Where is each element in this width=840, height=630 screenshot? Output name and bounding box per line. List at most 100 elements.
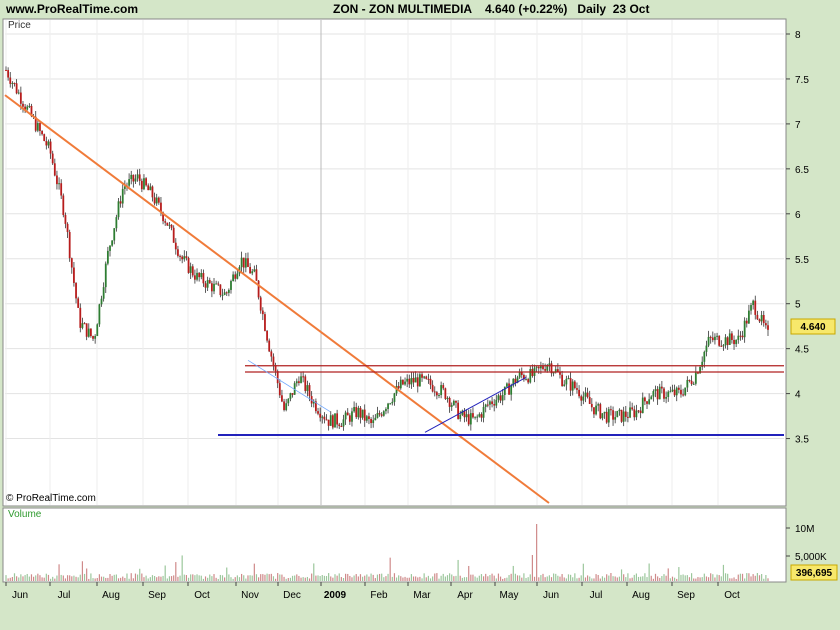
- candle-body: [391, 401, 394, 404]
- candle-body: [66, 223, 69, 233]
- candle-body: [427, 378, 430, 380]
- candle-body: [357, 407, 360, 418]
- candle-body: [225, 292, 228, 294]
- candle-body: [329, 415, 332, 426]
- candle-body: [709, 336, 712, 338]
- candle-body: [102, 287, 105, 299]
- candle-body: [138, 174, 141, 181]
- candle-body: [563, 384, 566, 387]
- candle-body: [646, 401, 648, 404]
- candle-body: [140, 180, 143, 190]
- candle-body: [724, 337, 727, 346]
- candle-body: [692, 383, 695, 385]
- candle-body: [491, 401, 493, 405]
- candle-body: [151, 186, 154, 198]
- candle-body: [731, 333, 733, 340]
- candle-body: [539, 366, 542, 369]
- candle-body: [624, 411, 627, 417]
- candle-body: [353, 407, 356, 412]
- y-tick-label: 6: [795, 210, 801, 221]
- candle-body: [452, 400, 455, 406]
- candle-body: [495, 399, 498, 406]
- candle-body: [414, 377, 417, 383]
- x-tick-label: May: [500, 590, 519, 601]
- candle-body: [9, 77, 12, 84]
- candle-body: [469, 413, 472, 425]
- candle-body: [13, 82, 16, 84]
- candle-body: [503, 386, 506, 395]
- candle-body: [480, 414, 483, 418]
- candle-body: [601, 413, 604, 419]
- candle-body: [206, 280, 209, 288]
- candle-body: [722, 345, 725, 347]
- candle-body: [221, 294, 224, 296]
- candle-body: [342, 419, 345, 427]
- candle-body: [187, 257, 190, 273]
- candle-body: [416, 377, 419, 387]
- candle-body: [578, 389, 580, 397]
- candle-body: [595, 405, 597, 415]
- candle-body: [5, 69, 7, 71]
- candle-body: [525, 379, 527, 381]
- candle-body: [382, 411, 385, 416]
- candle-body: [576, 388, 578, 390]
- candle-body: [281, 395, 283, 402]
- x-tick-label: Jun: [12, 590, 28, 601]
- candle-body: [501, 394, 504, 401]
- candle-body: [58, 183, 60, 185]
- candle-body: [106, 250, 109, 264]
- candle-body: [302, 376, 305, 378]
- candle-body: [174, 242, 177, 250]
- candle-body: [7, 70, 10, 78]
- candle-body: [635, 410, 638, 418]
- candle-body: [465, 414, 468, 418]
- candle-body: [387, 403, 389, 410]
- candle-body: [433, 391, 436, 393]
- candle-body: [448, 397, 451, 407]
- candle-body: [444, 388, 447, 399]
- candle-body: [359, 407, 362, 418]
- candle-body: [298, 381, 300, 383]
- candle-body: [117, 201, 120, 218]
- candle-body: [497, 395, 500, 400]
- candle-body: [544, 369, 547, 371]
- candle-body: [599, 404, 602, 419]
- candle-body: [227, 289, 230, 293]
- candle-body: [584, 392, 587, 397]
- candle-body: [756, 314, 759, 320]
- candle-body: [334, 413, 336, 428]
- candle-body: [317, 411, 319, 414]
- candle-body: [711, 337, 714, 341]
- candle-body: [610, 409, 612, 411]
- candle-body: [378, 413, 381, 415]
- candle-body: [593, 407, 595, 415]
- candle-body: [244, 258, 247, 268]
- candle-body: [697, 372, 699, 374]
- candle-body: [459, 414, 462, 419]
- candle-body: [75, 282, 77, 299]
- candle-body: [92, 336, 94, 339]
- candle-body: [764, 323, 767, 326]
- candle-body: [249, 266, 251, 274]
- candle-body: [257, 280, 260, 298]
- candle-body: [752, 300, 755, 306]
- candle-body: [690, 380, 693, 385]
- y-tick-label: 7: [795, 120, 801, 131]
- y-tick-label: 4: [795, 390, 801, 401]
- candle-body: [327, 419, 330, 426]
- candle-body: [11, 82, 14, 84]
- candle-body: [726, 337, 729, 345]
- candle-body: [196, 272, 198, 280]
- candle-body: [569, 378, 572, 391]
- candle-body: [172, 227, 175, 243]
- candle-body: [597, 404, 600, 406]
- candle-body: [223, 292, 226, 295]
- candle-body: [586, 392, 589, 398]
- candle-body: [73, 267, 75, 283]
- y-tick-label: 5: [795, 300, 801, 311]
- candle-body: [421, 374, 423, 378]
- candle-body: [673, 389, 676, 396]
- candle-body: [200, 273, 203, 278]
- candle-body: [654, 389, 657, 392]
- candle-body: [450, 405, 453, 407]
